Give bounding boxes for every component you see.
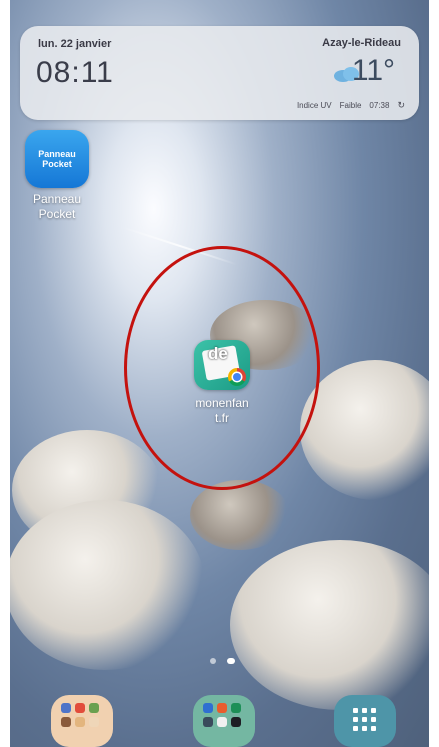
- cloud: [190, 480, 290, 550]
- folder-app-icon: [217, 703, 227, 713]
- icon-text-top: Panneau: [38, 149, 76, 159]
- folder-app-icon: [89, 703, 99, 713]
- cloud: [300, 360, 439, 500]
- folder-app-icon: [75, 717, 85, 727]
- folder-app-icon: [231, 717, 241, 727]
- highlight-ellipse: [124, 246, 320, 490]
- time-text[interactable]: 08:11: [36, 56, 114, 90]
- date-text: lun. 22 janvier: [38, 38, 112, 50]
- updated-time: 07:38: [369, 101, 390, 110]
- app-label: Panneau Pocket: [32, 192, 82, 221]
- folder-app-icon: [231, 703, 241, 713]
- dock-folder-1[interactable]: [51, 695, 113, 747]
- cloud: [230, 540, 439, 710]
- city-text: Azay-le-Rideau: [322, 37, 401, 49]
- temperature-text: 11°: [351, 54, 395, 87]
- folder-app-icon: [61, 717, 71, 727]
- folder-grid: [203, 703, 241, 727]
- page-dot[interactable]: [210, 658, 216, 664]
- apps-drawer-button[interactable]: [334, 695, 396, 747]
- folder-app-icon: [203, 703, 213, 713]
- grid-icon: [353, 708, 376, 731]
- folder-app-icon: [203, 717, 213, 727]
- uv-label: Indice UV: [296, 101, 332, 110]
- dock-folder-2[interactable]: [193, 695, 255, 747]
- folder-app-icon: [75, 703, 85, 713]
- clock-weather-widget[interactable]: lun. 22 janvier 08:11 Azay-le-Rideau 11°…: [20, 26, 419, 120]
- weather-meta: Indice UV Faible 07:38 ↻: [297, 100, 405, 111]
- panneau-pocket-icon[interactable]: Panneau Pocket: [25, 130, 89, 188]
- folder-app-icon: [61, 703, 71, 713]
- app-panneau-pocket[interactable]: Panneau Pocket Panneau Pocket: [22, 130, 92, 222]
- uv-value: Faible: [339, 101, 362, 110]
- page-indicator[interactable]: [210, 658, 235, 664]
- page-dot-active[interactable]: [227, 658, 235, 664]
- refresh-icon[interactable]: ↻: [397, 100, 405, 111]
- icon-text-bottom: Pocket: [42, 159, 72, 169]
- folder-grid: [61, 703, 99, 727]
- cloud: [5, 500, 205, 670]
- folder-app-icon: [217, 717, 227, 727]
- folder-app-icon: [89, 717, 99, 727]
